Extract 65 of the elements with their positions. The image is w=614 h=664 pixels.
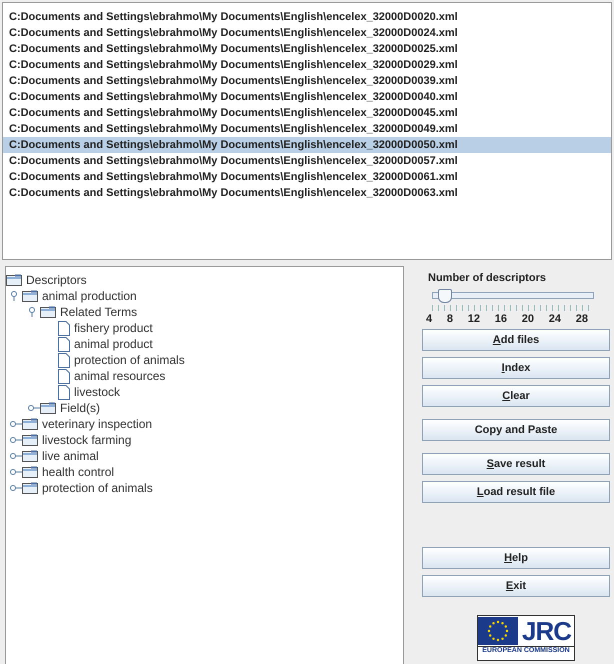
action-button[interactable]: Copy and Paste xyxy=(422,419,610,441)
action-button[interactable]: Index xyxy=(422,357,610,379)
collapsed-handle-icon[interactable] xyxy=(10,435,22,445)
file-path[interactable]: C:Documents and Settings\ebrahmo\My Documents\English\encelex_32000D0040.xml xyxy=(3,89,611,105)
tree-item[interactable]: Field(s) xyxy=(60,401,100,415)
stars-flag-icon xyxy=(478,617,518,645)
action-button[interactable]: Help xyxy=(422,547,610,569)
document-icon xyxy=(58,384,70,400)
file-path[interactable]: C:Documents and Settings\ebrahmo\My Documents\English\encelex_32000D0020.xml xyxy=(3,9,611,25)
slider-thumb[interactable] xyxy=(438,289,452,303)
tree-item[interactable]: protection of animals xyxy=(74,353,185,367)
tree-item[interactable]: veterinary inspection xyxy=(42,417,152,431)
folder-icon xyxy=(22,434,38,446)
file-path[interactable]: C:Documents and Settings\ebrahmo\My Documents\English\encelex_32000D0061.xml xyxy=(3,169,611,185)
collapsed-handle-icon[interactable] xyxy=(10,451,22,461)
file-path[interactable]: C:Documents and Settings\ebrahmo\My Documents\English\encelex_32000D0057.xml xyxy=(3,153,611,169)
file-path[interactable]: C:Documents and Settings\ebrahmo\My Documents\English\encelex_32000D0029.xml xyxy=(3,57,611,73)
action-button[interactable]: Load result file xyxy=(422,481,610,503)
folder-icon xyxy=(22,482,38,494)
file-path[interactable]: C:Documents and Settings\ebrahmo\My Documents\English\encelex_32000D0024.xml xyxy=(3,25,611,41)
tick-label: 4 xyxy=(426,313,432,325)
tick-label: 24 xyxy=(548,313,561,325)
file-path[interactable]: C:Documents and Settings\ebrahmo\My Documents\English\encelex_32000D0045.xml xyxy=(3,105,611,121)
folder-icon xyxy=(22,418,38,430)
folder-icon xyxy=(22,466,38,478)
tree-item[interactable]: livestock farming xyxy=(42,433,132,447)
tick-label: 20 xyxy=(522,313,534,325)
logo-title: JRC xyxy=(522,616,572,646)
file-path[interactable]: C:Documents and Settings\ebrahmo\My Documents\English\encelex_32000D0063.xml xyxy=(3,185,611,201)
document-icon xyxy=(58,320,70,336)
tree-item[interactable]: animal production xyxy=(42,289,137,303)
document-icon xyxy=(58,352,70,368)
collapsed-handle-icon[interactable] xyxy=(28,403,40,413)
tree-item[interactable]: live animal xyxy=(42,449,99,463)
action-button[interactable]: Exit xyxy=(422,575,610,597)
tree-item[interactable]: Descriptors xyxy=(26,273,87,287)
action-button[interactable]: Add files xyxy=(422,329,610,351)
tree-item[interactable]: animal product xyxy=(74,337,153,351)
file-path[interactable]: C:Documents and Settings\ebrahmo\My Documents\English\encelex_32000D0050.xml xyxy=(3,137,611,153)
tick-label: 8 xyxy=(446,313,453,325)
action-button[interactable]: Save result xyxy=(422,453,610,475)
document-icon xyxy=(58,336,70,352)
document-icon xyxy=(58,368,70,384)
tree-item[interactable]: protection of animals xyxy=(42,481,153,495)
collapsed-handle-icon[interactable] xyxy=(10,419,22,429)
folder-icon xyxy=(22,450,38,462)
file-path[interactable]: C:Documents and Settings\ebrahmo\My Documents\English\encelex_32000D0039.xml xyxy=(3,73,611,89)
tree-item[interactable]: health control xyxy=(42,465,114,479)
folder-icon xyxy=(6,274,22,286)
slider-label: Number of descriptors xyxy=(428,272,547,284)
action-button[interactable]: Clear xyxy=(422,385,610,407)
tree-item[interactable]: Related Terms xyxy=(60,305,138,319)
file-path[interactable]: C:Documents and Settings\ebrahmo\My Documents\English\encelex_32000D0025.xml xyxy=(3,41,611,57)
folder-icon xyxy=(40,402,56,414)
tree-item[interactable]: fishery product xyxy=(74,321,153,335)
collapsed-handle-icon[interactable] xyxy=(10,483,22,493)
tree-item[interactable]: livestock xyxy=(74,385,120,399)
tick-label: 28 xyxy=(576,313,588,325)
folder-icon xyxy=(22,290,38,302)
tree-item[interactable]: animal resources xyxy=(74,369,166,383)
folder-icon xyxy=(40,306,56,318)
tick-label: 12 xyxy=(468,313,480,325)
collapsed-handle-icon[interactable] xyxy=(10,467,22,477)
file-path[interactable]: C:Documents and Settings\ebrahmo\My Documents\English\encelex_32000D0049.xml xyxy=(3,121,611,137)
tick-label: 16 xyxy=(494,313,507,325)
